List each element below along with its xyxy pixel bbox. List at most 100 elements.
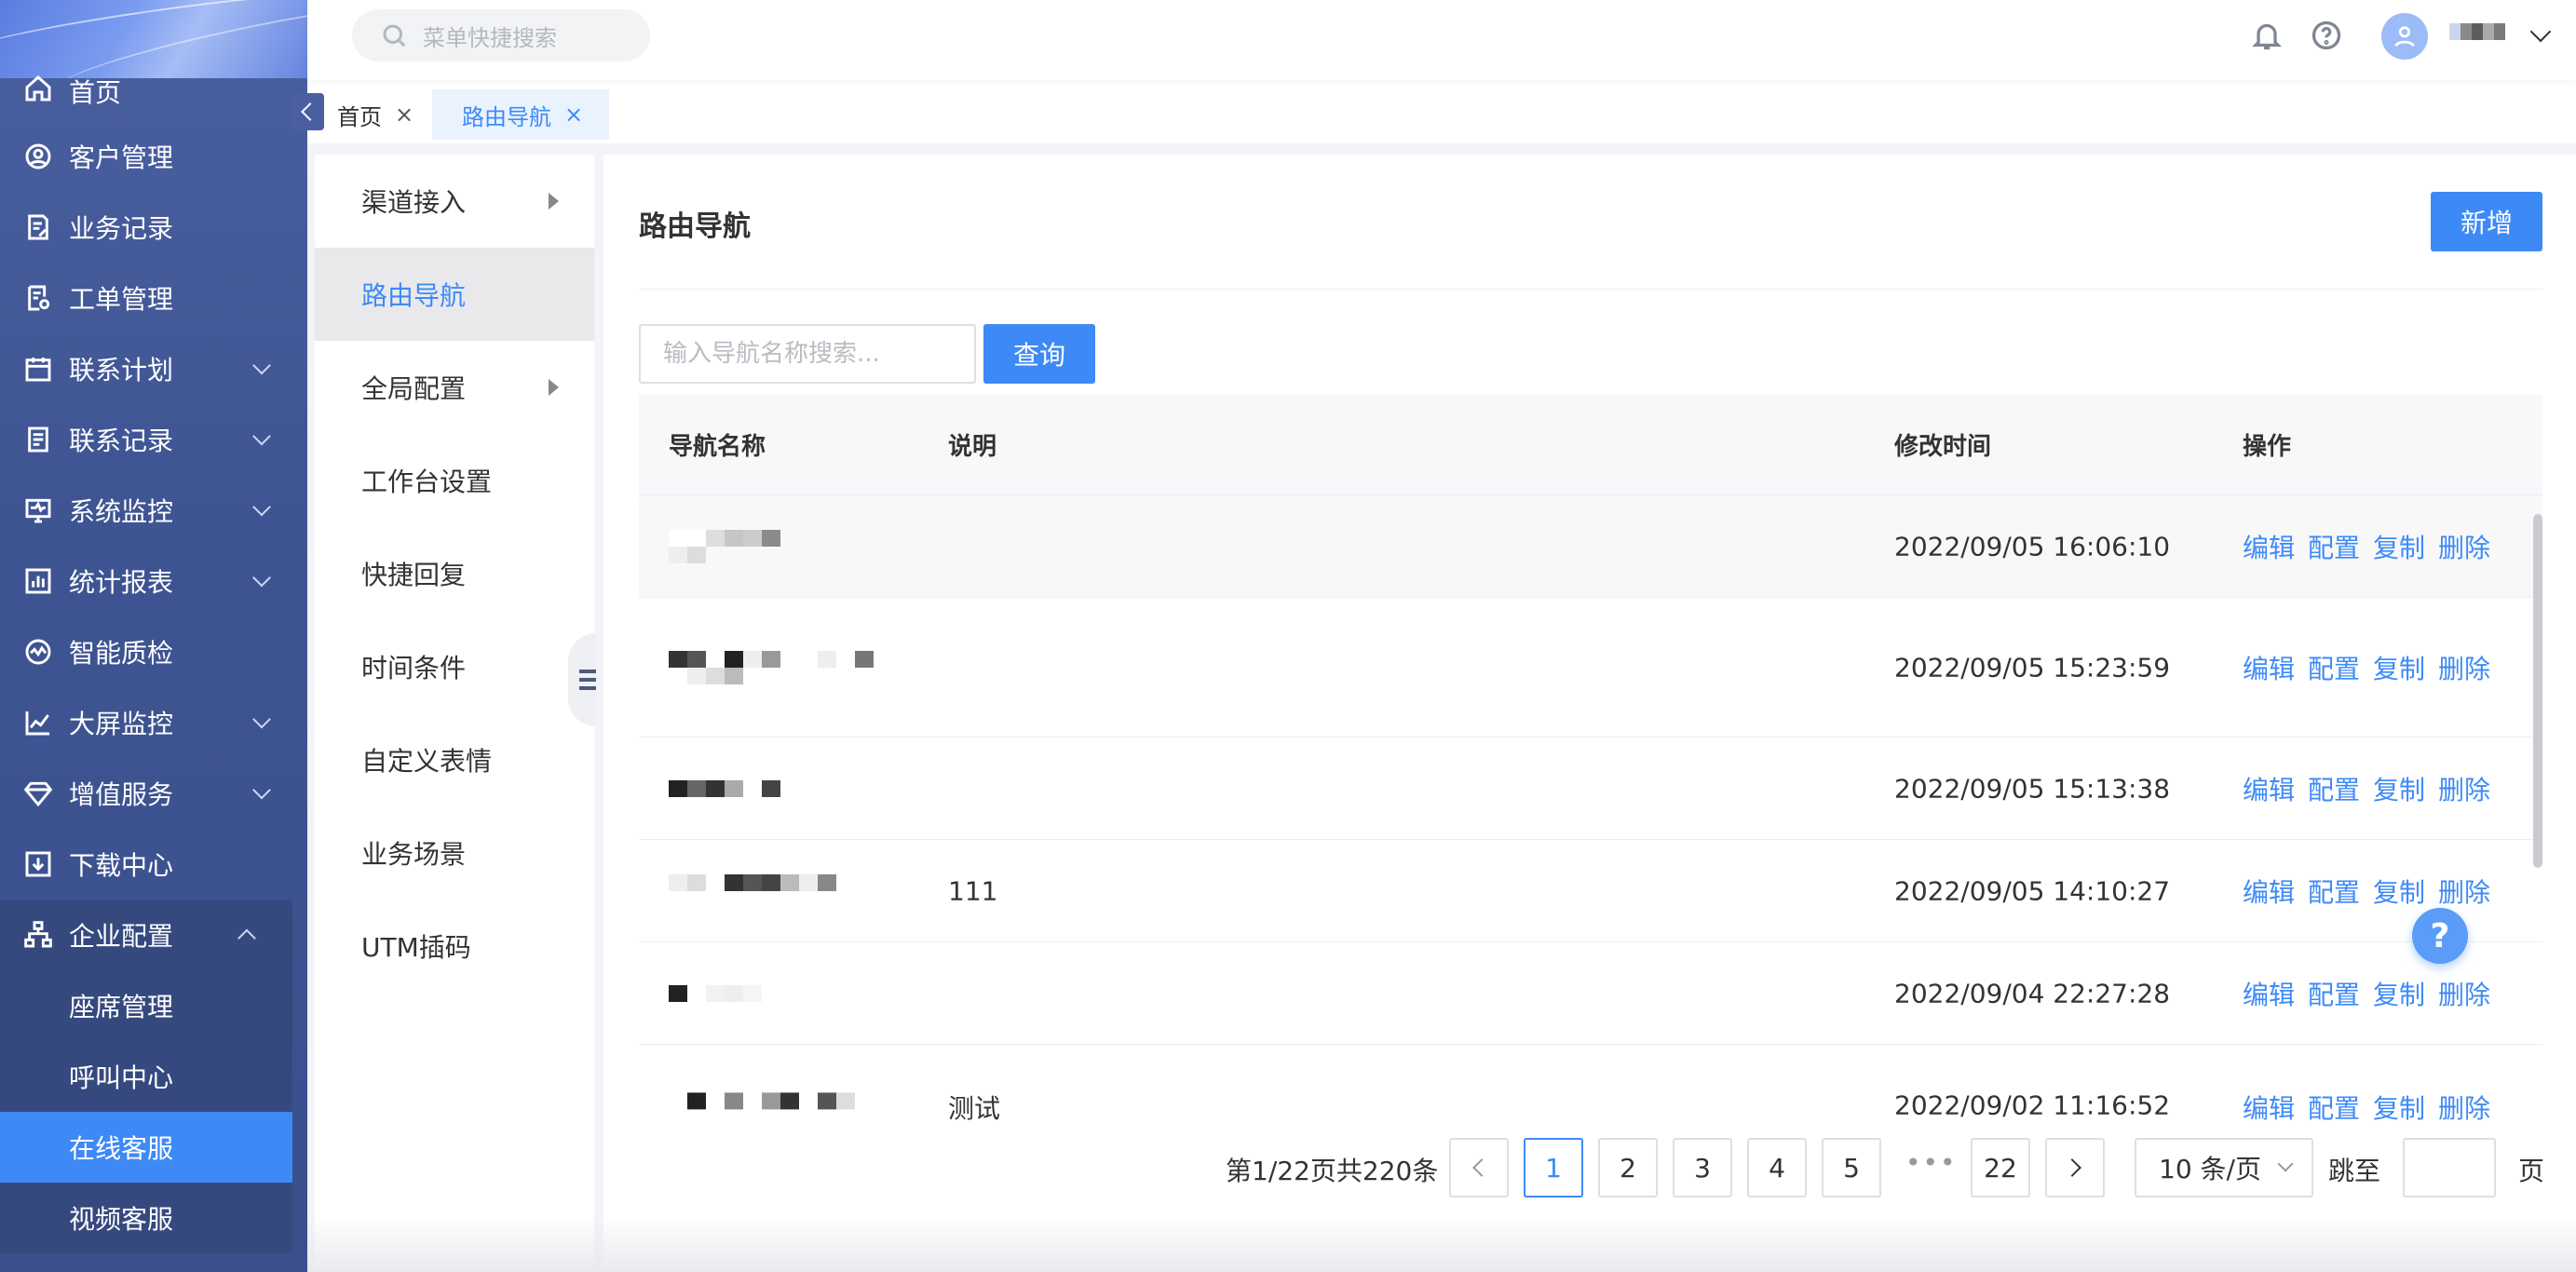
page-button-1[interactable]: 1 [1524,1138,1583,1198]
query-button[interactable]: 查询 [983,324,1095,384]
subnav-item-custom-emoji[interactable]: 自定义表情 [315,713,594,806]
column-header-actions: 操作 [2243,433,2292,461]
row-name-redacted [669,779,790,797]
sidebar: 首页 客户管理 业务记录 工单管理 联系计划 联系记录 系统监控 统计报表 智能… [0,0,307,1272]
delete-link[interactable]: 删除 [2438,770,2490,807]
sidebar-item-label: 企业配置 [69,921,174,952]
ellipsis-icon[interactable]: ••• [1905,1147,1958,1178]
navigation-search-input[interactable] [639,324,976,384]
avatar[interactable] [2381,13,2428,60]
delete-link[interactable]: 删除 [2438,975,2490,1012]
sidebar-item-big-screen[interactable]: 大屏监控 [0,687,307,758]
edit-link[interactable]: 编辑 [2243,649,2295,686]
sidebar-item-value-added[interactable]: 增值服务 [0,758,307,829]
page-button-2[interactable]: 2 [1598,1138,1658,1198]
configure-link[interactable]: 配置 [2308,975,2360,1012]
sidebar-item-label: 视频客服 [69,1204,174,1235]
subnav-item-time-conditions[interactable]: 时间条件 [315,620,594,713]
copy-link[interactable]: 复制 [2373,649,2425,686]
configure-link[interactable]: 配置 [2308,528,2360,565]
edit-link[interactable]: 编辑 [2243,528,2295,565]
table-row: 2022/09/05 16:06:10 编辑 配置 复制 删除 [639,495,2542,598]
subnav-fold-handle[interactable] [568,633,596,726]
close-icon[interactable]: × [564,101,583,128]
next-page-button[interactable] [2045,1138,2105,1198]
tab-route-navigation[interactable]: 路由导航 × [432,89,610,140]
configure-link[interactable]: 配置 [2308,1089,2360,1126]
bell-icon[interactable] [2250,19,2284,52]
sidebar-item-label: 呼叫中心 [69,1062,174,1093]
chevron-down-icon [252,568,271,588]
sidebar-item-downloads[interactable]: 下载中心 [0,829,307,900]
close-icon[interactable]: × [395,101,414,128]
subnav-item-workbench-settings[interactable]: 工作台设置 [315,434,594,527]
sidebar-item-quality-check[interactable]: 智能质检 [0,616,307,687]
line-chart-icon [22,707,54,738]
menu-search-input[interactable]: 菜单快捷搜索 [352,9,650,61]
subnav-item-label: 渠道接入 [361,187,467,218]
jump-page-input[interactable] [2403,1138,2496,1198]
row-name-redacted [669,529,790,563]
copy-link[interactable]: 复制 [2373,770,2425,807]
delete-link[interactable]: 删除 [2438,528,2490,565]
sidebar-item-call-center[interactable]: 呼叫中心 [0,1041,292,1112]
page-button-3[interactable]: 3 [1673,1138,1732,1198]
sidebar-item-home[interactable]: 首页 [0,56,307,121]
configure-link[interactable]: 配置 [2308,770,2360,807]
sidebar-item-reports[interactable]: 统计报表 [0,546,307,616]
delete-link[interactable]: 删除 [2438,1089,2490,1126]
copy-link[interactable]: 复制 [2373,873,2425,910]
sidebar-item-contact-plan[interactable]: 联系计划 [0,333,307,404]
diamond-icon [22,778,54,809]
sidebar-item-enterprise-config[interactable]: 企业配置 [0,900,292,970]
copy-link[interactable]: 复制 [2373,975,2425,1012]
delete-link[interactable]: 删除 [2438,873,2490,910]
copy-link[interactable]: 复制 [2373,528,2425,565]
copy-link[interactable]: 复制 [2373,1089,2425,1126]
subnav-item-channel-access[interactable]: 渠道接入 [315,155,594,248]
edit-link[interactable]: 编辑 [2243,1089,2295,1126]
page-button-5[interactable]: 5 [1822,1138,1881,1198]
row-actions: 编辑 配置 复制 删除 [2243,975,2490,1012]
floating-help-button[interactable]: ? [2412,908,2468,964]
download-icon [22,848,54,880]
subnav-item-utm-code[interactable]: UTM插码 [315,900,594,993]
configure-link[interactable]: 配置 [2308,873,2360,910]
help-icon[interactable] [2310,19,2343,52]
prev-page-button[interactable] [1449,1138,1509,1198]
edit-link[interactable]: 编辑 [2243,873,2295,910]
username[interactable] [2449,20,2505,43]
sidebar-item-label: 增值服务 [69,779,174,810]
bar-chart-icon [22,565,54,597]
pagination-summary: 第1/22页共220条 [1226,1156,1439,1186]
page-button-4[interactable]: 4 [1747,1138,1807,1198]
sidebar-item-system-monitor[interactable]: 系统监控 [0,475,307,546]
subnav-item-quick-reply[interactable]: 快捷回复 [315,527,594,620]
tab-label: 首页 [337,103,382,130]
sidebar-item-business-records[interactable]: 业务记录 [0,192,307,263]
configure-link[interactable]: 配置 [2308,649,2360,686]
sidebar-item-customers[interactable]: 客户管理 [0,121,307,192]
row-modified-time: 2022/09/05 14:10:27 [1894,875,2171,906]
sidebar-item-tickets[interactable]: 工单管理 [0,263,307,333]
page-button-last[interactable]: 22 [1971,1138,2030,1198]
add-button[interactable]: 新增 [2431,192,2542,251]
sidebar-item-contact-records[interactable]: 联系记录 [0,404,307,475]
edit-link[interactable]: 编辑 [2243,975,2295,1012]
sidebar-item-label: 联系记录 [69,426,174,456]
subnav-item-route-navigation[interactable]: 路由导航 [315,248,594,341]
sidebar-item-online-service[interactable]: 在线客服 [0,1112,292,1183]
sidebar-item-video-service[interactable]: 视频客服 [0,1183,292,1253]
page-size-select[interactable]: 10 条/页 [2135,1138,2313,1198]
subnav-item-global-config[interactable]: 全局配置 [315,341,594,434]
sidebar-item-label: 智能质检 [69,638,174,669]
tab-home[interactable]: 首页 × [307,89,440,140]
delete-link[interactable]: 删除 [2438,649,2490,686]
sidebar-item-label: 在线客服 [69,1133,174,1164]
edit-link[interactable]: 编辑 [2243,770,2295,807]
chevron-down-icon[interactable] [2529,20,2552,43]
subnav-item-business-scenes[interactable]: 业务场景 [315,806,594,900]
tab-label: 路由导航 [462,103,551,130]
table-scrollbar[interactable] [2533,514,2542,868]
sidebar-item-seat-management[interactable]: 座席管理 [0,970,292,1041]
